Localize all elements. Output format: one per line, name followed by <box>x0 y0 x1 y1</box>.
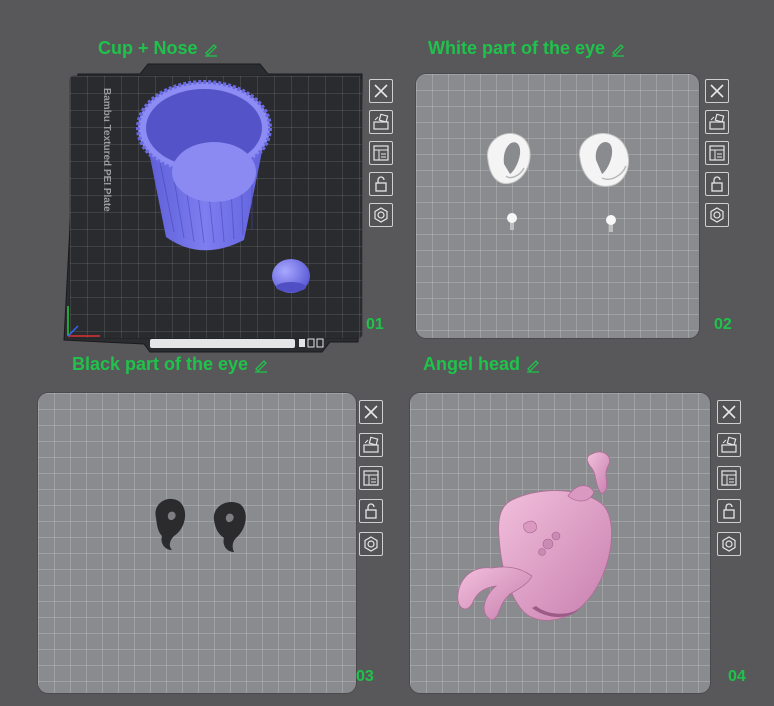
plate-2-settings-button[interactable] <box>705 141 729 165</box>
angel-head-model[interactable] <box>452 448 632 628</box>
black-eye-left-model[interactable] <box>150 496 190 554</box>
plate-3-title[interactable]: Black part of the eye <box>72 354 269 375</box>
auto-arrange-icon <box>721 436 737 453</box>
plate-3-number: 03 <box>356 668 374 685</box>
plate-1-close-button[interactable] <box>369 79 393 103</box>
auto-arrange-icon <box>363 436 379 453</box>
plate-1-title-text: Cup + Nose <box>98 38 198 58</box>
close-icon <box>364 405 378 419</box>
orient-icon <box>374 207 388 223</box>
lock-icon <box>375 176 387 192</box>
plate-2-title[interactable]: White part of the eye <box>428 38 626 59</box>
white-eye-left-model[interactable] <box>480 130 540 190</box>
plate-3-title-text: Black part of the eye <box>72 354 249 374</box>
plate-3-settings-button[interactable] <box>359 466 383 490</box>
plate-4-orient-button[interactable] <box>717 532 741 556</box>
plate-1-status-strip <box>150 339 295 348</box>
plate-2-orient-button[interactable] <box>705 203 729 227</box>
black-eye-right-model[interactable] <box>210 500 250 556</box>
plate-4-settings-button[interactable] <box>717 466 741 490</box>
plate-4-title[interactable]: Angel head <box>423 354 541 375</box>
plate-2-close-button[interactable] <box>705 79 729 103</box>
plate-1-toolbar <box>369 79 393 227</box>
plate-4-title-text: Angel head <box>423 354 521 374</box>
plate-2-title-text: White part of the eye <box>428 38 606 58</box>
auto-arrange-icon <box>709 113 725 130</box>
plate-3-bed[interactable] <box>38 393 356 693</box>
axis-gizmo <box>67 306 100 337</box>
plate-1-bed-label: Bambu Textured PEI Plate <box>101 88 112 212</box>
white-eye-dot-left-model[interactable] <box>505 212 519 232</box>
white-eye-dot-right-model[interactable] <box>604 214 618 234</box>
edit-icon[interactable] <box>253 357 269 373</box>
edit-icon[interactable] <box>525 357 541 373</box>
plate-1-status-icons <box>299 338 324 348</box>
plate-1-title[interactable]: Cup + Nose <box>98 38 219 59</box>
plate-4-lock-button[interactable] <box>717 499 741 523</box>
plate-3-arrange-button[interactable] <box>359 433 383 457</box>
plate-settings-icon <box>363 470 379 486</box>
plate-1-settings-button[interactable] <box>369 141 393 165</box>
plate-4-arrange-button[interactable] <box>717 433 741 457</box>
plate-1-orient-button[interactable] <box>369 203 393 227</box>
close-icon <box>710 84 724 98</box>
lock-icon <box>711 176 723 192</box>
close-icon <box>374 84 388 98</box>
plate-1-lock-button[interactable] <box>369 172 393 196</box>
plate-3-toolbar <box>359 400 383 556</box>
plate-2-arrange-button[interactable] <box>705 110 729 134</box>
close-icon <box>722 405 736 419</box>
plate-3-lock-button[interactable] <box>359 499 383 523</box>
plate-settings-icon <box>373 145 389 161</box>
plate-2-number: 02 <box>714 316 732 333</box>
orient-icon <box>364 536 378 552</box>
edit-icon[interactable] <box>610 41 626 57</box>
plate-1-number: 01 <box>366 316 384 333</box>
plate-3-close-button[interactable] <box>359 400 383 424</box>
orient-icon <box>722 536 736 552</box>
lock-icon <box>723 503 735 519</box>
cup-model[interactable] <box>126 72 276 258</box>
edit-icon[interactable] <box>203 41 219 57</box>
nose-model[interactable] <box>270 256 312 296</box>
auto-arrange-icon <box>373 113 389 130</box>
plate-2-toolbar <box>705 79 729 227</box>
plate-2-bed[interactable] <box>416 74 699 338</box>
plate-4-close-button[interactable] <box>717 400 741 424</box>
orient-icon <box>710 207 724 223</box>
plate-settings-icon <box>721 470 737 486</box>
lock-icon <box>365 503 377 519</box>
plate-4-number: 04 <box>728 668 746 685</box>
white-eye-right-model[interactable] <box>574 130 636 192</box>
plate-4-toolbar <box>717 400 741 556</box>
plate-settings-icon <box>709 145 725 161</box>
plate-2-lock-button[interactable] <box>705 172 729 196</box>
plate-3-orient-button[interactable] <box>359 532 383 556</box>
plate-1-arrange-button[interactable] <box>369 110 393 134</box>
